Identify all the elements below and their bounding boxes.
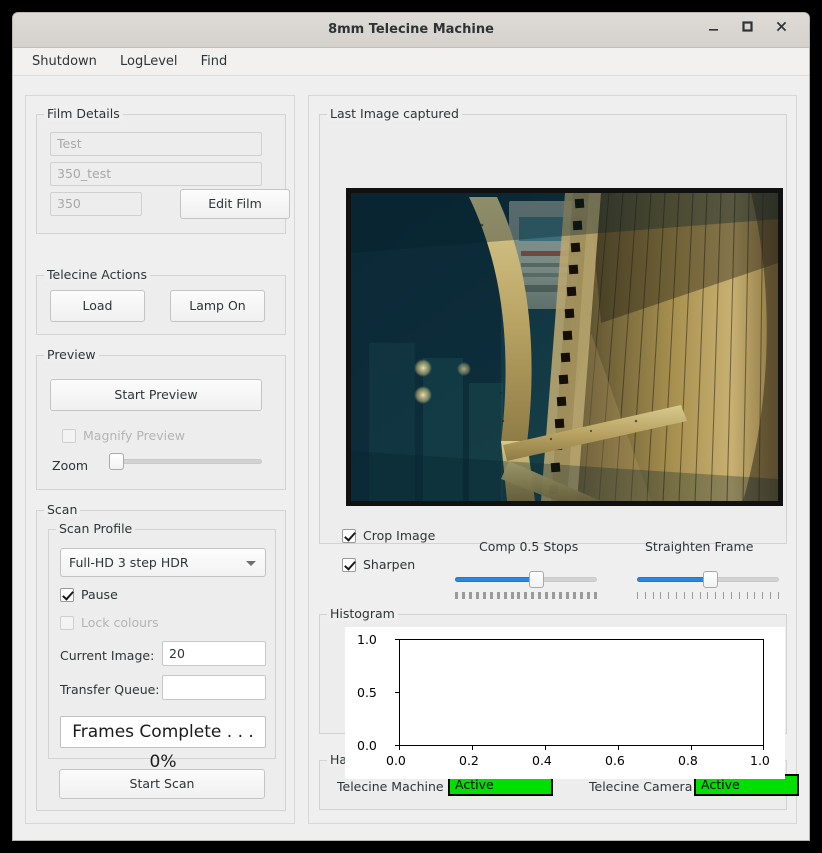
- menu-item-shutdown[interactable]: Shutdown: [23, 48, 106, 75]
- telecine-actions-group: Telecine Actions Load Lamp On: [36, 267, 286, 335]
- checkbox-box-sharpen: [342, 558, 356, 572]
- app-window: 8mm Telecine Machine Shutdown LogLevel F…: [12, 12, 810, 841]
- zoom-label: Zoom: [52, 458, 89, 473]
- comp-stops-label: Comp 0.5 Stops: [479, 539, 579, 554]
- preview-title: Preview: [44, 347, 99, 362]
- straighten-slider-ticks: [637, 592, 779, 599]
- scan-title: Scan: [44, 502, 81, 517]
- film-details-group: Film Details Test 350_test 350 Edit Film: [36, 106, 290, 234]
- x-tick-label-0: 0.0: [386, 753, 406, 768]
- scan-profile-title: Scan Profile: [56, 521, 136, 536]
- minimize-button[interactable]: [703, 20, 723, 40]
- edit-film-button[interactable]: Edit Film: [180, 189, 290, 219]
- y-tick-1: [395, 692, 399, 693]
- straighten-slider-handle[interactable]: [703, 571, 718, 588]
- film-reel-photo: [351, 193, 778, 501]
- zoom-slider-track: [109, 459, 262, 464]
- menu-item-loglevel[interactable]: LogLevel: [111, 48, 187, 75]
- axis-spine-left: [399, 639, 400, 746]
- checkbox-box-lock-colours: [60, 616, 74, 630]
- x-tick-4: [691, 746, 692, 750]
- lamp-on-button[interactable]: Lamp On: [170, 290, 265, 322]
- telecine-camera-label: Telecine Camera: [589, 779, 693, 794]
- start-scan-button[interactable]: Start Scan: [59, 769, 265, 799]
- film-name-field[interactable]: Test: [50, 132, 262, 156]
- film-frame-count-field[interactable]: 350: [50, 192, 142, 216]
- x-tick-3: [618, 746, 619, 750]
- scan-group: Scan Scan Profile Full-HD 3 step HDR Pau…: [36, 502, 286, 811]
- close-icon: [776, 21, 786, 32]
- maximize-icon: [741, 21, 753, 32]
- film-reel-illustration: [351, 193, 778, 501]
- crop-image-label: Crop Image: [363, 528, 436, 543]
- histogram-title: Histogram: [327, 606, 398, 621]
- load-button[interactable]: Load: [50, 290, 145, 322]
- y-tick-label-2: 1.0: [357, 632, 377, 647]
- film-details-title: Film Details: [44, 106, 123, 121]
- y-tick-label-0: 0.0: [357, 738, 377, 753]
- straighten-frame-label: Straighten Frame: [645, 539, 754, 554]
- x-tick-label-5: 1.0: [750, 753, 770, 768]
- telecine-actions-title: Telecine Actions: [44, 267, 150, 282]
- axis-spine-bottom: [399, 745, 764, 746]
- menu-item-find[interactable]: Find: [192, 48, 237, 75]
- x-tick-5: [763, 746, 764, 750]
- chevron-down-icon: [246, 561, 256, 566]
- maximize-button[interactable]: [737, 20, 757, 40]
- pause-checkbox[interactable]: Pause: [60, 587, 118, 602]
- scan-profile-select[interactable]: Full-HD 3 step HDR: [60, 548, 266, 577]
- y-tick-label-1: 0.5: [357, 685, 377, 700]
- lock-colours-checkbox[interactable]: Lock colours: [60, 615, 159, 630]
- left-panel: Film Details Test 350_test 350 Edit Film…: [25, 95, 295, 824]
- transfer-queue-label: Transfer Queue:: [60, 682, 160, 697]
- x-tick-0: [399, 746, 400, 750]
- x-tick-label-2: 0.4: [532, 753, 552, 768]
- sharpen-label: Sharpen: [363, 557, 416, 572]
- checkbox-box-pause: [60, 588, 74, 602]
- y-tick-2: [395, 639, 399, 640]
- comp-slider-handle[interactable]: [529, 571, 544, 588]
- last-captured-image[interactable]: [346, 188, 783, 506]
- x-tick-1: [472, 746, 473, 750]
- scan-profile-group: Scan Profile Full-HD 3 step HDR Pause Lo…: [48, 521, 276, 772]
- comp-slider-ticks: [455, 592, 597, 599]
- minimize-icon: [708, 29, 718, 31]
- current-image-field[interactable]: 20: [162, 641, 266, 666]
- axis-spine-top: [399, 639, 764, 640]
- axis-spine-right: [763, 639, 764, 746]
- magnify-preview-checkbox[interactable]: Magnify Preview: [62, 428, 185, 443]
- zoom-slider[interactable]: [109, 452, 262, 472]
- straighten-slider-fill: [637, 577, 713, 582]
- window-title: 8mm Telecine Machine: [328, 22, 494, 37]
- magnify-preview-label: Magnify Preview: [83, 428, 185, 443]
- scan-profile-value: Full-HD 3 step HDR: [69, 555, 189, 570]
- lock-colours-label: Lock colours: [81, 615, 159, 630]
- close-button[interactable]: [771, 20, 791, 40]
- preview-group: Preview Start Preview Magnify Preview Zo…: [36, 347, 286, 490]
- x-tick-label-4: 0.8: [678, 753, 698, 768]
- sharpen-checkbox[interactable]: Sharpen: [342, 557, 415, 572]
- zoom-slider-handle[interactable]: [109, 453, 124, 470]
- title-bar: 8mm Telecine Machine: [13, 13, 809, 48]
- start-preview-button[interactable]: Start Preview: [50, 379, 262, 411]
- histogram-plot: 0.0 0.5 1.0 0.0 0.2 0.4 0.6 0.8 1.0: [345, 627, 785, 779]
- straighten-frame-slider[interactable]: [637, 570, 779, 599]
- menu-bar: Shutdown LogLevel Find: [13, 48, 809, 76]
- last-image-title: Last Image captured: [327, 106, 462, 121]
- comp-stops-slider[interactable]: [455, 570, 597, 599]
- pause-label: Pause: [81, 587, 118, 602]
- transfer-queue-field[interactable]: [162, 675, 266, 700]
- main-content: Film Details Test 350_test 350 Edit Film…: [13, 76, 809, 840]
- x-tick-2: [545, 746, 546, 750]
- comp-slider-fill: [455, 577, 539, 582]
- x-tick-label-3: 0.6: [605, 753, 625, 768]
- telecine-machine-label: Telecine Machine: [337, 779, 444, 794]
- frames-complete-display: Frames Complete . . . 0%: [60, 716, 266, 772]
- x-tick-label-1: 0.2: [459, 753, 479, 768]
- film-folder-field[interactable]: 350_test: [50, 162, 262, 186]
- checkbox-box-crop: [342, 529, 356, 543]
- checkbox-box-magnify: [62, 429, 76, 443]
- crop-image-checkbox[interactable]: Crop Image: [342, 528, 435, 543]
- current-image-label: Current Image:: [60, 648, 155, 663]
